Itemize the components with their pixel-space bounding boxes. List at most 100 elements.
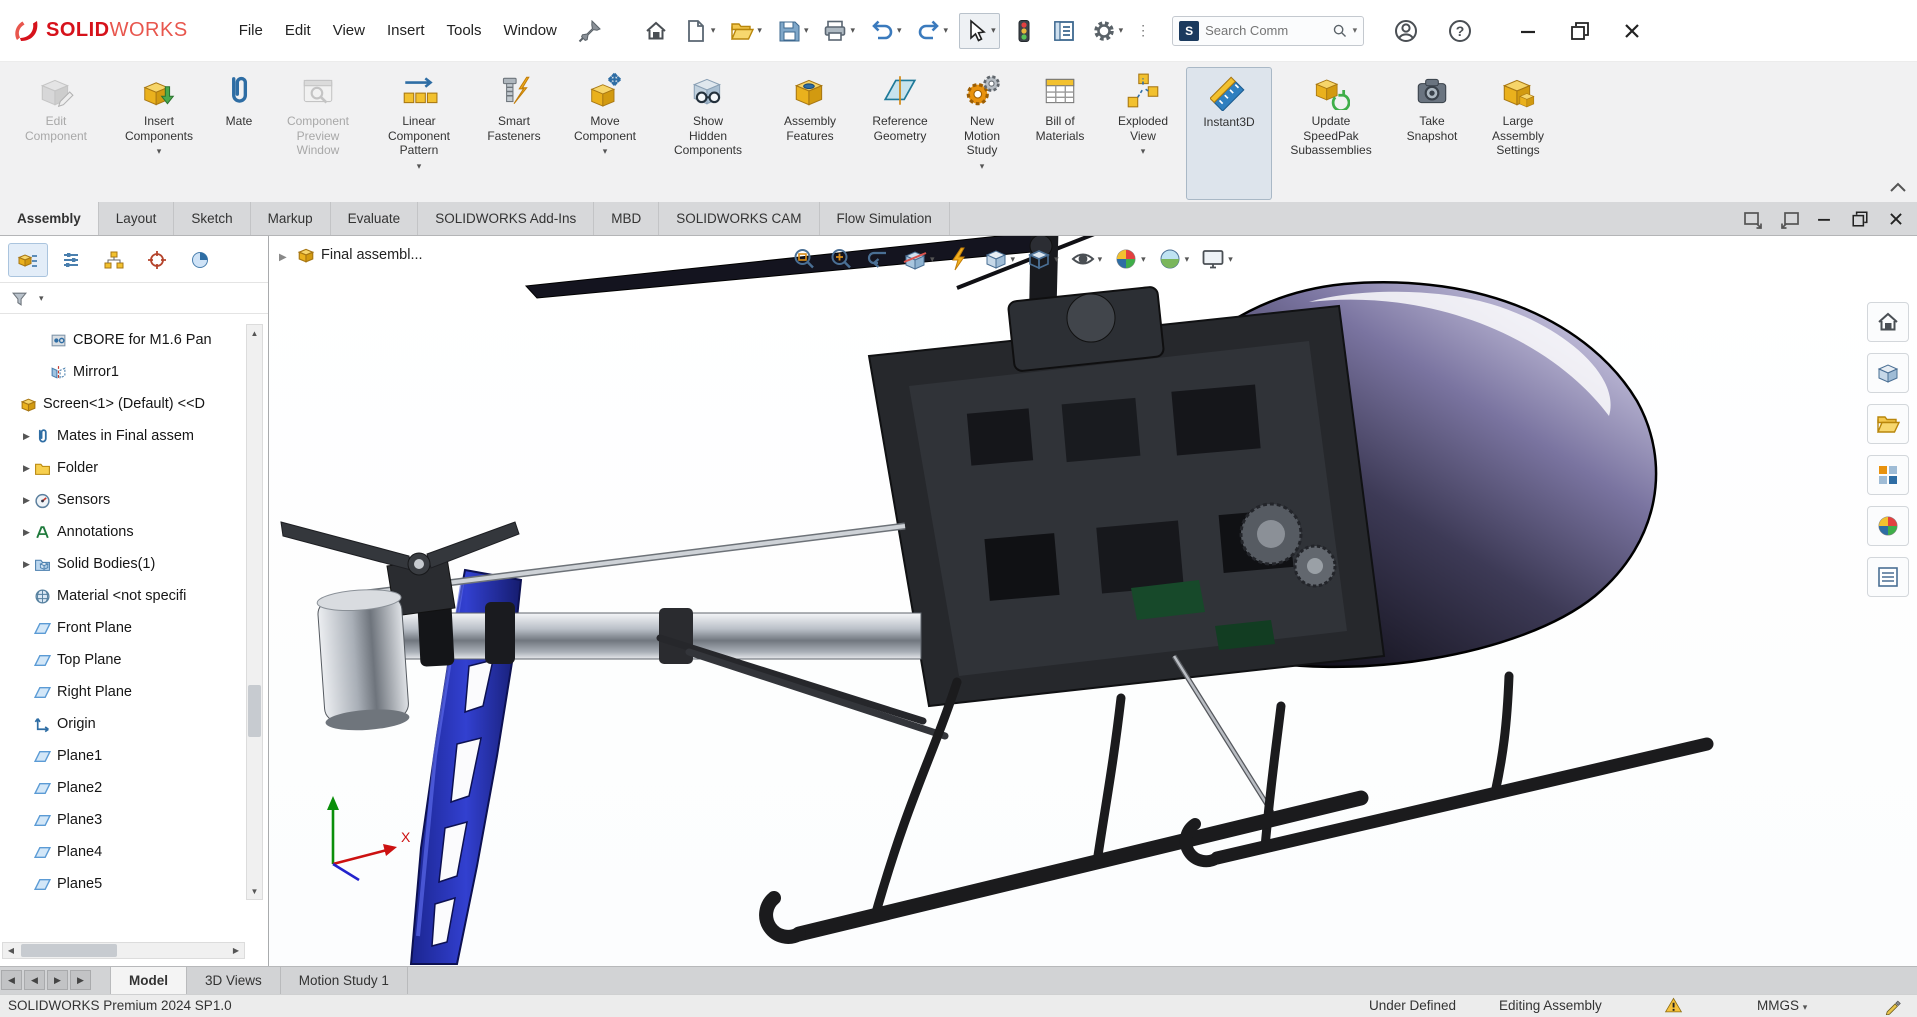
search-input[interactable] — [1205, 23, 1331, 38]
expand-arrow-icon[interactable]: ▶ — [20, 431, 33, 442]
previous-window-icon[interactable] — [1741, 208, 1763, 230]
chevron-down-icon[interactable]: ▾ — [1054, 254, 1059, 265]
filter-funnel-icon[interactable] — [11, 290, 28, 307]
apply-scene-button[interactable]: ▾ — [1155, 244, 1192, 274]
chevron-down-icon[interactable]: ▾ — [991, 25, 996, 36]
show-hidden-components-button[interactable]: Show Hidden Components — [652, 67, 764, 200]
tree-item[interactable]: Right Plane — [0, 676, 245, 708]
bill-of-materials-button[interactable]: Bill of Materials — [1020, 67, 1100, 200]
tree-item[interactable]: Plane1 — [0, 740, 245, 772]
tree-horizontal-scrollbar[interactable]: ◀ ▶ — [2, 942, 245, 959]
menu-tools[interactable]: Tools — [435, 14, 492, 47]
update-speedpak-button[interactable]: Update SpeedPak Subassemblies — [1272, 67, 1390, 200]
chevron-down-icon[interactable]: ▾ — [930, 254, 935, 265]
move-component-button[interactable]: Move Component ▾ — [558, 67, 652, 200]
undo-button[interactable]: ▾ — [866, 14, 905, 48]
expand-arrow-icon[interactable]: ▶ — [20, 495, 33, 506]
featuremanager-tab[interactable] — [8, 243, 48, 277]
tree-item[interactable]: Screen<1> (Default) <<D — [0, 388, 245, 420]
chevron-down-icon[interactable]: ▾ — [757, 25, 762, 36]
chevron-down-icon[interactable]: ▾ — [1011, 254, 1016, 265]
scroll-right-icon[interactable]: ▶ — [228, 946, 244, 955]
linear-component-pattern-button[interactable]: Linear Component Pattern ▾ — [368, 67, 470, 200]
tree-item[interactable]: ▶ Sensors — [0, 484, 245, 516]
menu-insert[interactable]: Insert — [376, 14, 436, 47]
toolbar-overflow-icon[interactable]: ⋮ — [1136, 22, 1150, 39]
units-selector[interactable]: MMGS ▾ — [1757, 998, 1807, 1013]
edit-appearance-button[interactable]: ▾ — [1111, 244, 1148, 274]
large-assembly-settings-button[interactable]: Large Assembly Settings — [1474, 67, 1562, 200]
hide-show-items-button[interactable]: ▾ — [1068, 244, 1105, 274]
assembly-features-button[interactable]: Assembly Features — [764, 67, 856, 200]
component-preview-window-button[interactable]: Component Preview Window — [268, 67, 368, 200]
chevron-down-icon[interactable]: ▾ — [39, 293, 44, 304]
restore-document-icon[interactable] — [1849, 208, 1871, 230]
scroll-down-icon[interactable]: ▼ — [247, 883, 262, 899]
chevron-down-icon[interactable]: ▾ — [1141, 254, 1146, 265]
tree-item[interactable]: Mirror1 — [0, 356, 245, 388]
menu-view[interactable]: View — [322, 14, 376, 47]
file-explorer-button[interactable] — [1867, 404, 1909, 444]
instant3d-button[interactable]: Instant3D — [1186, 67, 1272, 200]
tab-scroll-last-button[interactable]: ▶ — [70, 970, 91, 990]
take-snapshot-button[interactable]: Take Snapshot — [1390, 67, 1474, 200]
3d-drawing-view-button[interactable] — [944, 244, 974, 274]
home-button[interactable] — [640, 14, 672, 48]
new-motion-study-button[interactable]: New Motion Study ▾ — [944, 67, 1020, 200]
menu-edit[interactable]: Edit — [274, 14, 322, 47]
chevron-down-icon[interactable]: ▾ — [157, 146, 162, 157]
tree-item[interactable]: Plane4 — [0, 836, 245, 868]
chevron-down-icon[interactable]: ▾ — [1353, 25, 1358, 36]
restore-button[interactable] — [1554, 0, 1606, 61]
tree-vertical-scrollbar[interactable]: ▲ ▼ — [246, 324, 263, 900]
traffic-light-button[interactable] — [1008, 14, 1040, 48]
help-button[interactable] — [1444, 14, 1476, 48]
view-settings-button[interactable]: ▾ — [1198, 244, 1235, 274]
select-tool-button[interactable]: ▾ — [959, 12, 1000, 49]
tree-item[interactable]: ▶ Solid Bodies(1) — [0, 548, 245, 580]
tree-item[interactable]: ▶ Folder — [0, 452, 245, 484]
tree-item[interactable]: Front Plane — [0, 612, 245, 644]
view-orientation-button[interactable]: ▾ — [981, 244, 1018, 274]
options-button[interactable]: ▾ — [1088, 14, 1127, 48]
chevron-down-icon[interactable]: ▾ — [711, 25, 716, 36]
scrollbar-thumb[interactable] — [248, 685, 261, 737]
scroll-up-icon[interactable]: ▲ — [247, 325, 262, 341]
open-button[interactable]: ▾ — [726, 14, 765, 48]
print-button[interactable]: ▾ — [819, 14, 858, 48]
minimize-document-icon[interactable] — [1813, 208, 1835, 230]
tree-item[interactable]: CBORE for M1.6 Pan — [0, 324, 245, 356]
chevron-down-icon[interactable]: ▾ — [1141, 146, 1146, 157]
minimize-button[interactable] — [1502, 0, 1554, 61]
redo-button[interactable]: ▾ — [913, 14, 952, 48]
design-library-button[interactable] — [1867, 353, 1909, 393]
exploded-view-button[interactable]: Exploded View ▾ — [1100, 67, 1186, 200]
propertymanager-tab[interactable] — [51, 243, 91, 277]
chevron-down-icon[interactable]: ▾ — [603, 146, 608, 157]
new-document-button[interactable]: ▾ — [680, 14, 719, 48]
chevron-down-icon[interactable]: ▾ — [417, 161, 422, 172]
search-box[interactable]: S ▾ — [1172, 15, 1365, 46]
tab-layout[interactable]: Layout — [99, 202, 175, 235]
flyout-tree-arrow-icon[interactable]: ▶ — [279, 252, 287, 263]
display-style-button[interactable]: ▾ — [1024, 244, 1061, 274]
scroll-left-icon[interactable]: ◀ — [3, 946, 19, 955]
solidworks-resources-button[interactable] — [1867, 302, 1909, 342]
chevron-down-icon[interactable]: ▾ — [1185, 254, 1190, 265]
menu-window[interactable]: Window — [493, 14, 568, 47]
insert-components-button[interactable]: Insert Components ▾ — [108, 67, 210, 200]
zoom-to-fit-button[interactable] — [789, 244, 819, 274]
tags-pencil-icon[interactable] — [1884, 996, 1903, 1015]
tab-solidworks-cam[interactable]: SOLIDWORKS CAM — [659, 202, 820, 235]
dimxpertmanager-tab[interactable] — [137, 243, 177, 277]
section-view-button[interactable]: ▾ — [900, 244, 937, 274]
tab-sketch[interactable]: Sketch — [174, 202, 251, 235]
custom-properties-button[interactable] — [1867, 557, 1909, 597]
search-icon[interactable] — [1331, 22, 1349, 40]
tab-evaluate[interactable]: Evaluate — [331, 202, 419, 235]
scrollbar-thumb[interactable] — [21, 944, 117, 957]
edit-component-button[interactable]: Edit Component — [4, 67, 108, 200]
close-document-icon[interactable] — [1885, 208, 1907, 230]
warning-icon[interactable] — [1664, 996, 1683, 1015]
close-button[interactable] — [1606, 0, 1658, 61]
